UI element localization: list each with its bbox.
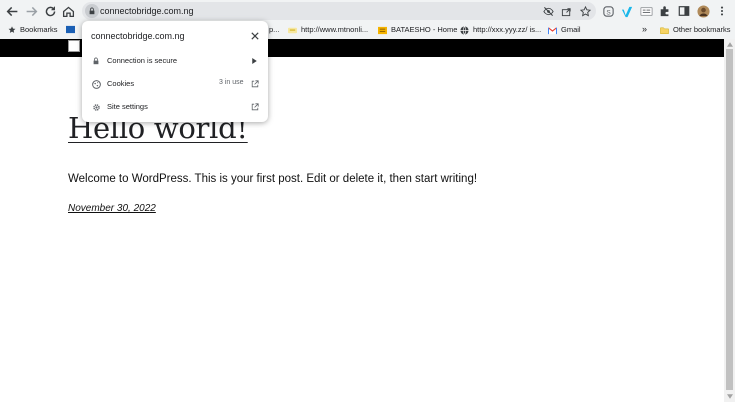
home-icon <box>62 6 74 17</box>
back-arrow-icon <box>6 6 17 16</box>
profile-avatar-icon[interactable] <box>696 4 710 18</box>
side-panel-icon[interactable] <box>677 4 691 18</box>
star-icon <box>7 26 16 35</box>
site-info-popup: connectobridge.com.ng Connection is secu… <box>82 21 268 122</box>
popup-domain: connectobridge.com.ng <box>91 31 185 41</box>
gear-icon <box>91 102 101 112</box>
chevron-right-icon <box>250 56 259 65</box>
reload-button[interactable] <box>42 3 58 19</box>
bookmark-label: Other bookmarks <box>673 25 731 34</box>
address-bar[interactable]: connectobridge.com.ng <box>82 2 596 20</box>
page-icon <box>288 26 297 35</box>
cookies-in-use-count: 3 in use <box>219 79 244 86</box>
external-link-icon <box>250 79 259 88</box>
site-settings-row[interactable]: Site settings <box>82 97 268 117</box>
bookmark-label: Bookmarks <box>20 25 58 34</box>
bookmark-item-partial[interactable]: p... <box>269 25 279 35</box>
reload-icon <box>45 6 55 16</box>
bookmark-item-bookmarks[interactable]: Bookmarks <box>7 25 58 35</box>
broken-image-icon <box>68 40 80 52</box>
row-label: Cookies <box>107 79 135 88</box>
bookmark-label: Gmail <box>561 25 581 34</box>
more-bookmarks-chevron-icon: » <box>642 24 648 34</box>
extensions-puzzle-icon[interactable] <box>658 4 672 18</box>
other-bookmarks-folder[interactable]: Other bookmarks <box>660 25 731 35</box>
bookmark-item-gmail[interactable]: Gmail <box>548 25 581 35</box>
bookmark-item-bataesho[interactable]: BATAESHO - Home <box>378 25 457 35</box>
svg-text:S: S <box>606 9 611 16</box>
bookmark-item-cp[interactable] <box>66 25 79 34</box>
extension-badge-icon[interactable] <box>639 4 653 18</box>
folder-icon <box>660 26 669 35</box>
lock-icon <box>89 7 95 15</box>
page-scrollbar[interactable] <box>724 39 735 402</box>
cookies-row[interactable]: Cookies 3 in use <box>82 74 268 94</box>
lock-icon <box>91 56 101 66</box>
forward-button[interactable] <box>23 3 39 19</box>
gmail-icon <box>548 26 557 35</box>
site-info-button[interactable] <box>85 4 99 18</box>
share-icon[interactable] <box>560 5 572 17</box>
bookmark-item-xxx[interactable]: http://xxx.yyy.zz/ is... <box>460 25 541 35</box>
bookmark-item-mtnonline[interactable]: http://www.mtnonli... <box>288 25 368 35</box>
bookmark-label: p... <box>269 25 280 34</box>
forward-arrow-icon <box>26 6 37 16</box>
skype-extension-icon[interactable]: S <box>601 4 615 18</box>
post-body: Welcome to WordPress. This is your first… <box>68 173 478 185</box>
scrollbar-thumb[interactable] <box>726 49 733 390</box>
row-label: Site settings <box>107 102 148 111</box>
yellow-site-icon <box>378 26 387 35</box>
bookmark-label: BATAESHO - Home <box>391 25 458 34</box>
row-label: Connection is secure <box>107 56 178 65</box>
bookmark-label: http://www.mtnonli... <box>301 25 369 34</box>
bookmark-star-icon[interactable] <box>579 5 591 17</box>
url-text[interactable]: connectobridge.com.ng <box>100 5 194 17</box>
home-button[interactable] <box>60 3 76 19</box>
connection-secure-row[interactable]: Connection is secure <box>82 51 268 71</box>
vimeo-extension-icon[interactable] <box>620 4 634 18</box>
browser-toolbar: connectobridge.com.ng S <box>0 0 735 22</box>
close-button[interactable] <box>249 30 261 42</box>
menu-kebab-icon[interactable] <box>715 4 729 18</box>
globe-icon <box>460 25 469 35</box>
external-link-icon <box>250 102 259 111</box>
more-bookmarks-button[interactable]: » <box>642 24 647 34</box>
cookie-icon <box>91 79 101 89</box>
bookmark-label: http://xxx.yyy.zz/ is... <box>473 25 542 34</box>
blue-site-icon <box>66 25 75 34</box>
post-date-link[interactable]: November 30, 2022 <box>68 203 156 214</box>
back-button[interactable] <box>4 3 20 19</box>
close-icon <box>251 32 259 40</box>
scroll-up-arrow-icon[interactable] <box>726 41 733 47</box>
tracking-off-icon[interactable] <box>542 5 554 17</box>
scroll-down-arrow-icon[interactable] <box>726 393 733 399</box>
